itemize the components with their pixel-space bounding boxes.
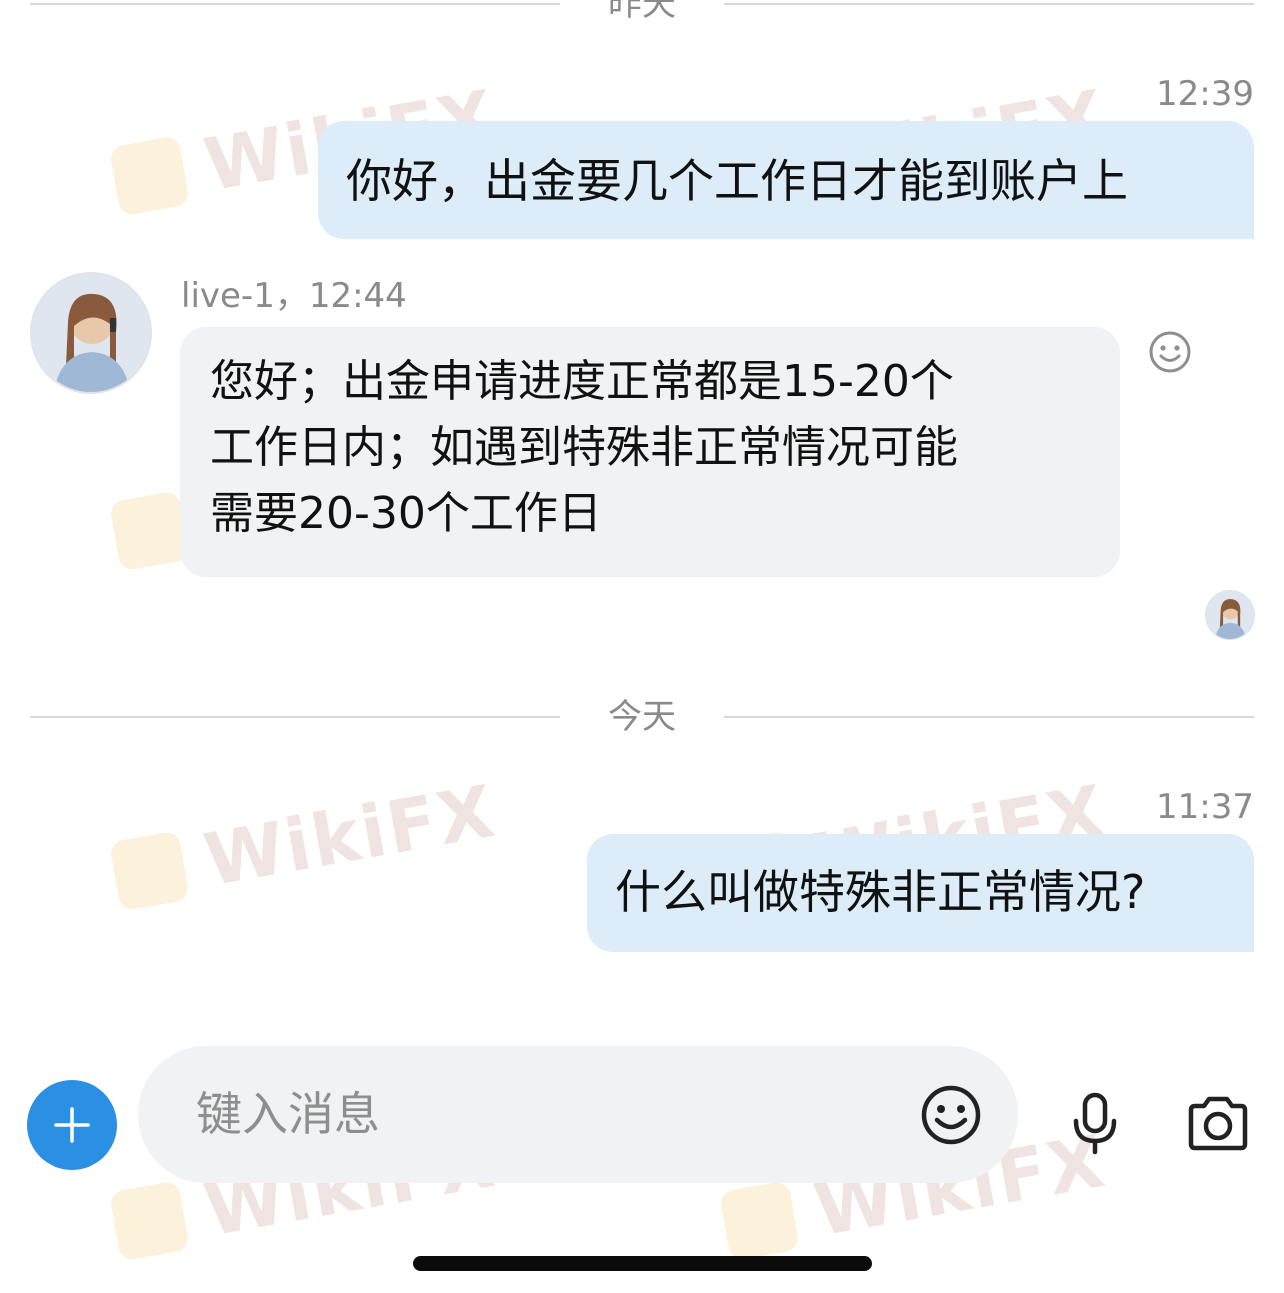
date-divider-yesterday: 昨天 [0,0,1284,24]
outgoing-message-bubble[interactable]: 什么叫做特殊非正常情况? [587,834,1254,952]
message-text-line: 您好；出金申请进度正常都是15-20个 [210,356,954,407]
agent-avatar[interactable] [30,272,152,394]
message-text-line: 需要20-30个工作日 [210,488,602,539]
divider-line [30,3,560,5]
message-sender-and-time: live-1，12:44 [181,276,407,316]
wikifx-logo-icon [718,1180,801,1262]
date-divider-label: 昨天 [608,0,676,24]
outgoing-message-bubble[interactable]: 你好，出金要几个工作日才能到账户上 [318,121,1254,239]
wikifx-watermark: WikiFX [108,769,502,919]
plus-icon [54,1107,90,1143]
message-text-line: 工作日内；如遇到特殊非正常情况可能 [210,422,958,473]
add-reaction-smiley-icon[interactable] [1148,330,1192,374]
date-divider-today: 今天 [0,697,1284,737]
agent-avatar-image [32,274,150,392]
home-indicator[interactable] [413,1256,872,1271]
wikifx-logo-icon [108,135,191,217]
message-text: 什么叫做特殊非正常情况? [615,865,1146,919]
incoming-message-bubble[interactable]: 您好；出金申请进度正常都是15-20个 工作日内；如遇到特殊非正常情况可能 需要… [180,327,1120,577]
camera-icon [1188,1096,1248,1151]
voice-message-button[interactable] [1070,1092,1120,1156]
divider-line [30,716,560,718]
wikifx-logo-icon [108,490,191,572]
message-input-placeholder: 键入消息 [196,1087,380,1141]
camera-button[interactable] [1186,1094,1250,1152]
message-text: 你好，出金要几个工作日才能到账户上 [346,154,1128,208]
microphone-icon [1073,1092,1117,1155]
divider-line [724,716,1254,718]
smiley-icon [921,1085,981,1145]
message-input[interactable]: 键入消息 [138,1046,1018,1183]
divider-line [724,3,1254,5]
message-timestamp: 11:37 [1156,787,1254,827]
wikifx-logo-icon [108,1180,191,1262]
read-receipt-avatar [1205,590,1255,640]
message-timestamp: 12:39 [1156,74,1254,114]
emoji-button[interactable] [920,1084,982,1146]
add-attachment-button[interactable] [27,1080,117,1170]
date-divider-label: 今天 [608,697,676,737]
wikifx-logo-icon [108,830,191,912]
